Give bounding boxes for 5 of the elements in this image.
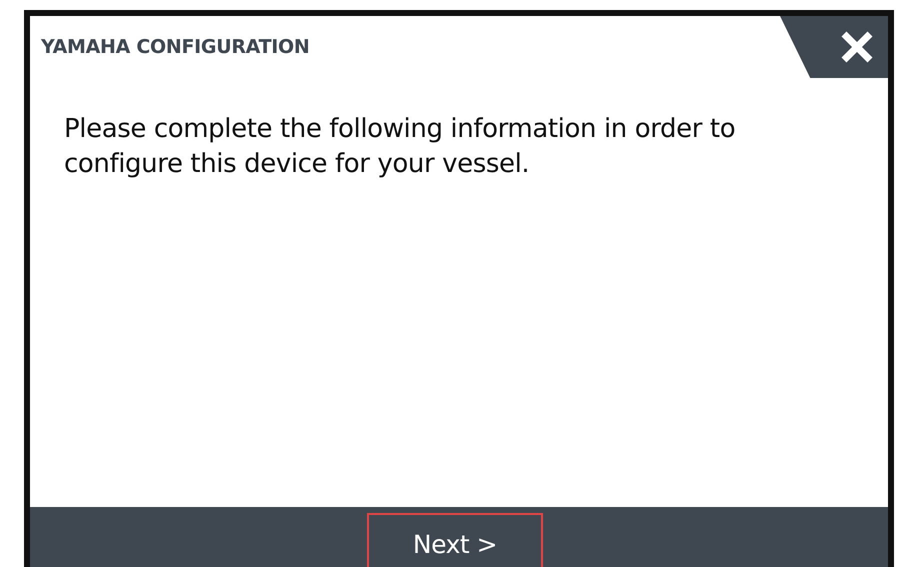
dialog-message: Please complete the following information in order to configure this device for your vessel. bbox=[64, 113, 736, 181]
close-button[interactable] bbox=[780, 16, 888, 78]
dialog-title: YAMAHA CONFIGURATION bbox=[41, 36, 310, 58]
close-icon bbox=[840, 30, 874, 64]
next-button[interactable]: Next > bbox=[367, 513, 543, 567]
